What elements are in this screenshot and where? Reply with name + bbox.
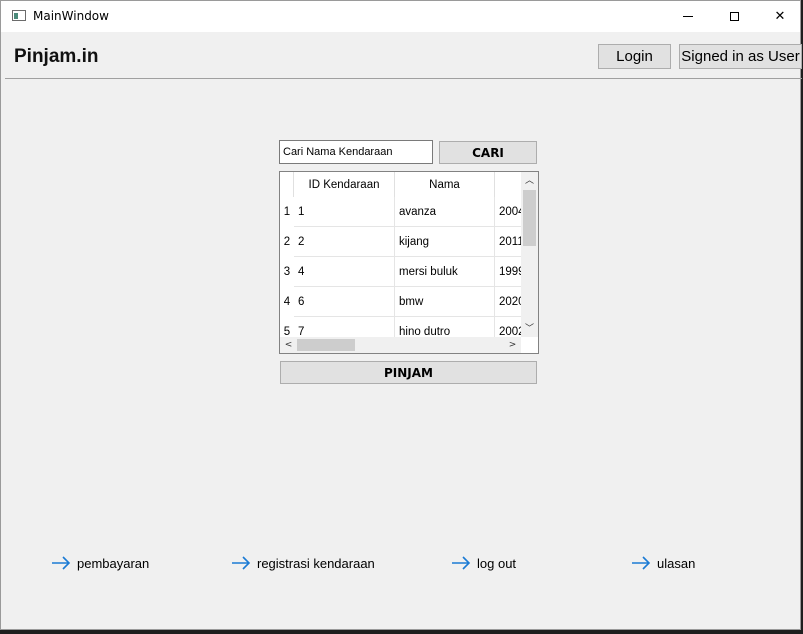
row-number: 1 (283, 206, 291, 218)
table-header: ID Kendaraan Nama (280, 172, 521, 197)
minimize-icon (683, 16, 693, 17)
cell-nama[interactable]: hino dutro (395, 317, 495, 337)
app-title: Pinjam.in (14, 46, 99, 67)
row-number: 3 (283, 266, 291, 278)
nav-link-pembayaran[interactable]: pembayaran (51, 553, 149, 573)
minimize-button[interactable] (665, 1, 711, 32)
cell-id[interactable]: 2 (294, 227, 395, 257)
horizontal-scrollbar[interactable]: < > (280, 337, 521, 353)
corner-header (280, 172, 294, 197)
nav-link-ulasan[interactable]: ulasan (631, 553, 695, 573)
horizontal-scroll-thumb[interactable] (297, 339, 355, 351)
column-header-year[interactable] (495, 172, 521, 197)
header-divider (5, 78, 802, 79)
window-app-icon (12, 10, 26, 21)
table-row[interactable]: 4 6 bmw 2020 (280, 287, 521, 317)
nav-link-registrasi-kendaraan[interactable]: registrasi kendaraan (231, 553, 375, 573)
cell-year[interactable]: 2004 (495, 197, 521, 227)
nav-link-log-out[interactable]: log out (451, 553, 516, 573)
main-window: MainWindow ✕ Pinjam.in Login Signed in a… (0, 0, 802, 630)
arrow-right-icon (232, 556, 251, 570)
pinjam-button[interactable]: PINJAM (280, 361, 537, 384)
cell-year[interactable]: 2020 (495, 287, 521, 317)
column-header-id[interactable]: ID Kendaraan (294, 172, 395, 197)
cell-nama[interactable]: bmw (395, 287, 495, 317)
row-number: 5 (283, 326, 291, 337)
scroll-left-icon[interactable]: < (280, 337, 297, 352)
cell-id[interactable]: 6 (294, 287, 395, 317)
table-row[interactable]: 3 4 mersi buluk 1999 (280, 257, 521, 287)
maximize-icon (729, 12, 739, 21)
arrow-right-icon (632, 556, 651, 570)
cell-year[interactable]: 1999 (495, 257, 521, 287)
nav-link-label: pembayaran (77, 555, 150, 571)
vertical-scrollbar[interactable]: ︿ ﹀ (521, 172, 538, 337)
maximize-button[interactable] (711, 1, 757, 32)
nav-link-label: log out (477, 555, 517, 571)
cell-id[interactable]: 7 (294, 317, 395, 337)
search-input[interactable] (279, 140, 433, 164)
scroll-down-icon[interactable]: ﹀ (521, 320, 538, 335)
table-row[interactable]: 2 2 kijang 2011 (280, 227, 521, 257)
arrow-right-icon (52, 556, 71, 570)
table-row[interactable]: 1 1 avanza 2004 (280, 197, 521, 227)
nav-link-label: registrasi kendaraan (257, 555, 375, 571)
cell-id[interactable]: 4 (294, 257, 395, 287)
cell-year[interactable]: 2002 (495, 317, 521, 338)
cell-nama[interactable]: avanza (395, 197, 495, 227)
cell-id[interactable]: 1 (294, 197, 395, 227)
search-button[interactable]: CARI (439, 141, 537, 164)
signed-in-button[interactable]: Signed in as User (679, 44, 802, 69)
nav-link-label: ulasan (657, 555, 696, 571)
vehicle-table: ID Kendaraan Nama 1 1 avanza 2004 2 2 ki… (279, 171, 539, 354)
cell-nama[interactable]: mersi buluk (395, 257, 495, 287)
column-header-nama[interactable]: Nama (395, 172, 495, 197)
vertical-scroll-thumb[interactable] (523, 190, 536, 246)
row-number: 2 (283, 236, 291, 248)
row-number: 4 (283, 296, 291, 308)
close-icon: ✕ (774, 9, 786, 24)
close-button[interactable]: ✕ (757, 1, 803, 32)
title-bar: MainWindow ✕ (1, 1, 800, 32)
table-row[interactable]: 5 7 hino dutro 2002 (280, 317, 521, 337)
arrow-right-icon (452, 556, 471, 570)
scroll-right-icon[interactable]: > (504, 337, 521, 352)
table-viewport: ID Kendaraan Nama 1 1 avanza 2004 2 2 ki… (280, 172, 521, 337)
window-title: MainWindow (33, 9, 109, 23)
cell-year[interactable]: 2011 (495, 227, 521, 257)
cell-nama[interactable]: kijang (395, 227, 495, 257)
login-button[interactable]: Login (598, 44, 671, 69)
scroll-up-icon[interactable]: ︿ (521, 172, 538, 187)
